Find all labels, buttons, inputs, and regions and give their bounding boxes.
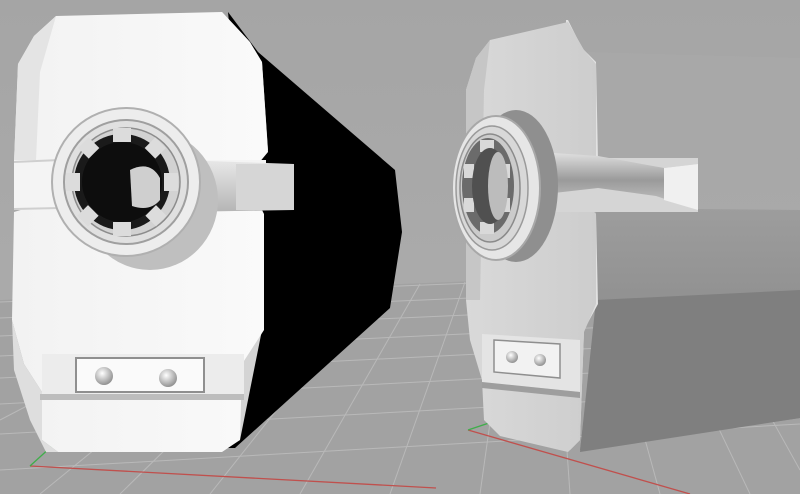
right-lug <box>493 339 561 379</box>
3d-viewport[interactable] <box>0 0 800 494</box>
left-spline-bore <box>66 128 178 236</box>
right-extrusion-top <box>588 52 800 160</box>
left-bolt-2 <box>159 369 177 387</box>
right-bolt-1 <box>506 351 518 363</box>
left-bolt-1 <box>95 367 113 385</box>
right-clamp-model[interactable] <box>451 20 800 452</box>
right-spline-bore <box>462 138 514 234</box>
right-bolt-2 <box>534 354 546 366</box>
